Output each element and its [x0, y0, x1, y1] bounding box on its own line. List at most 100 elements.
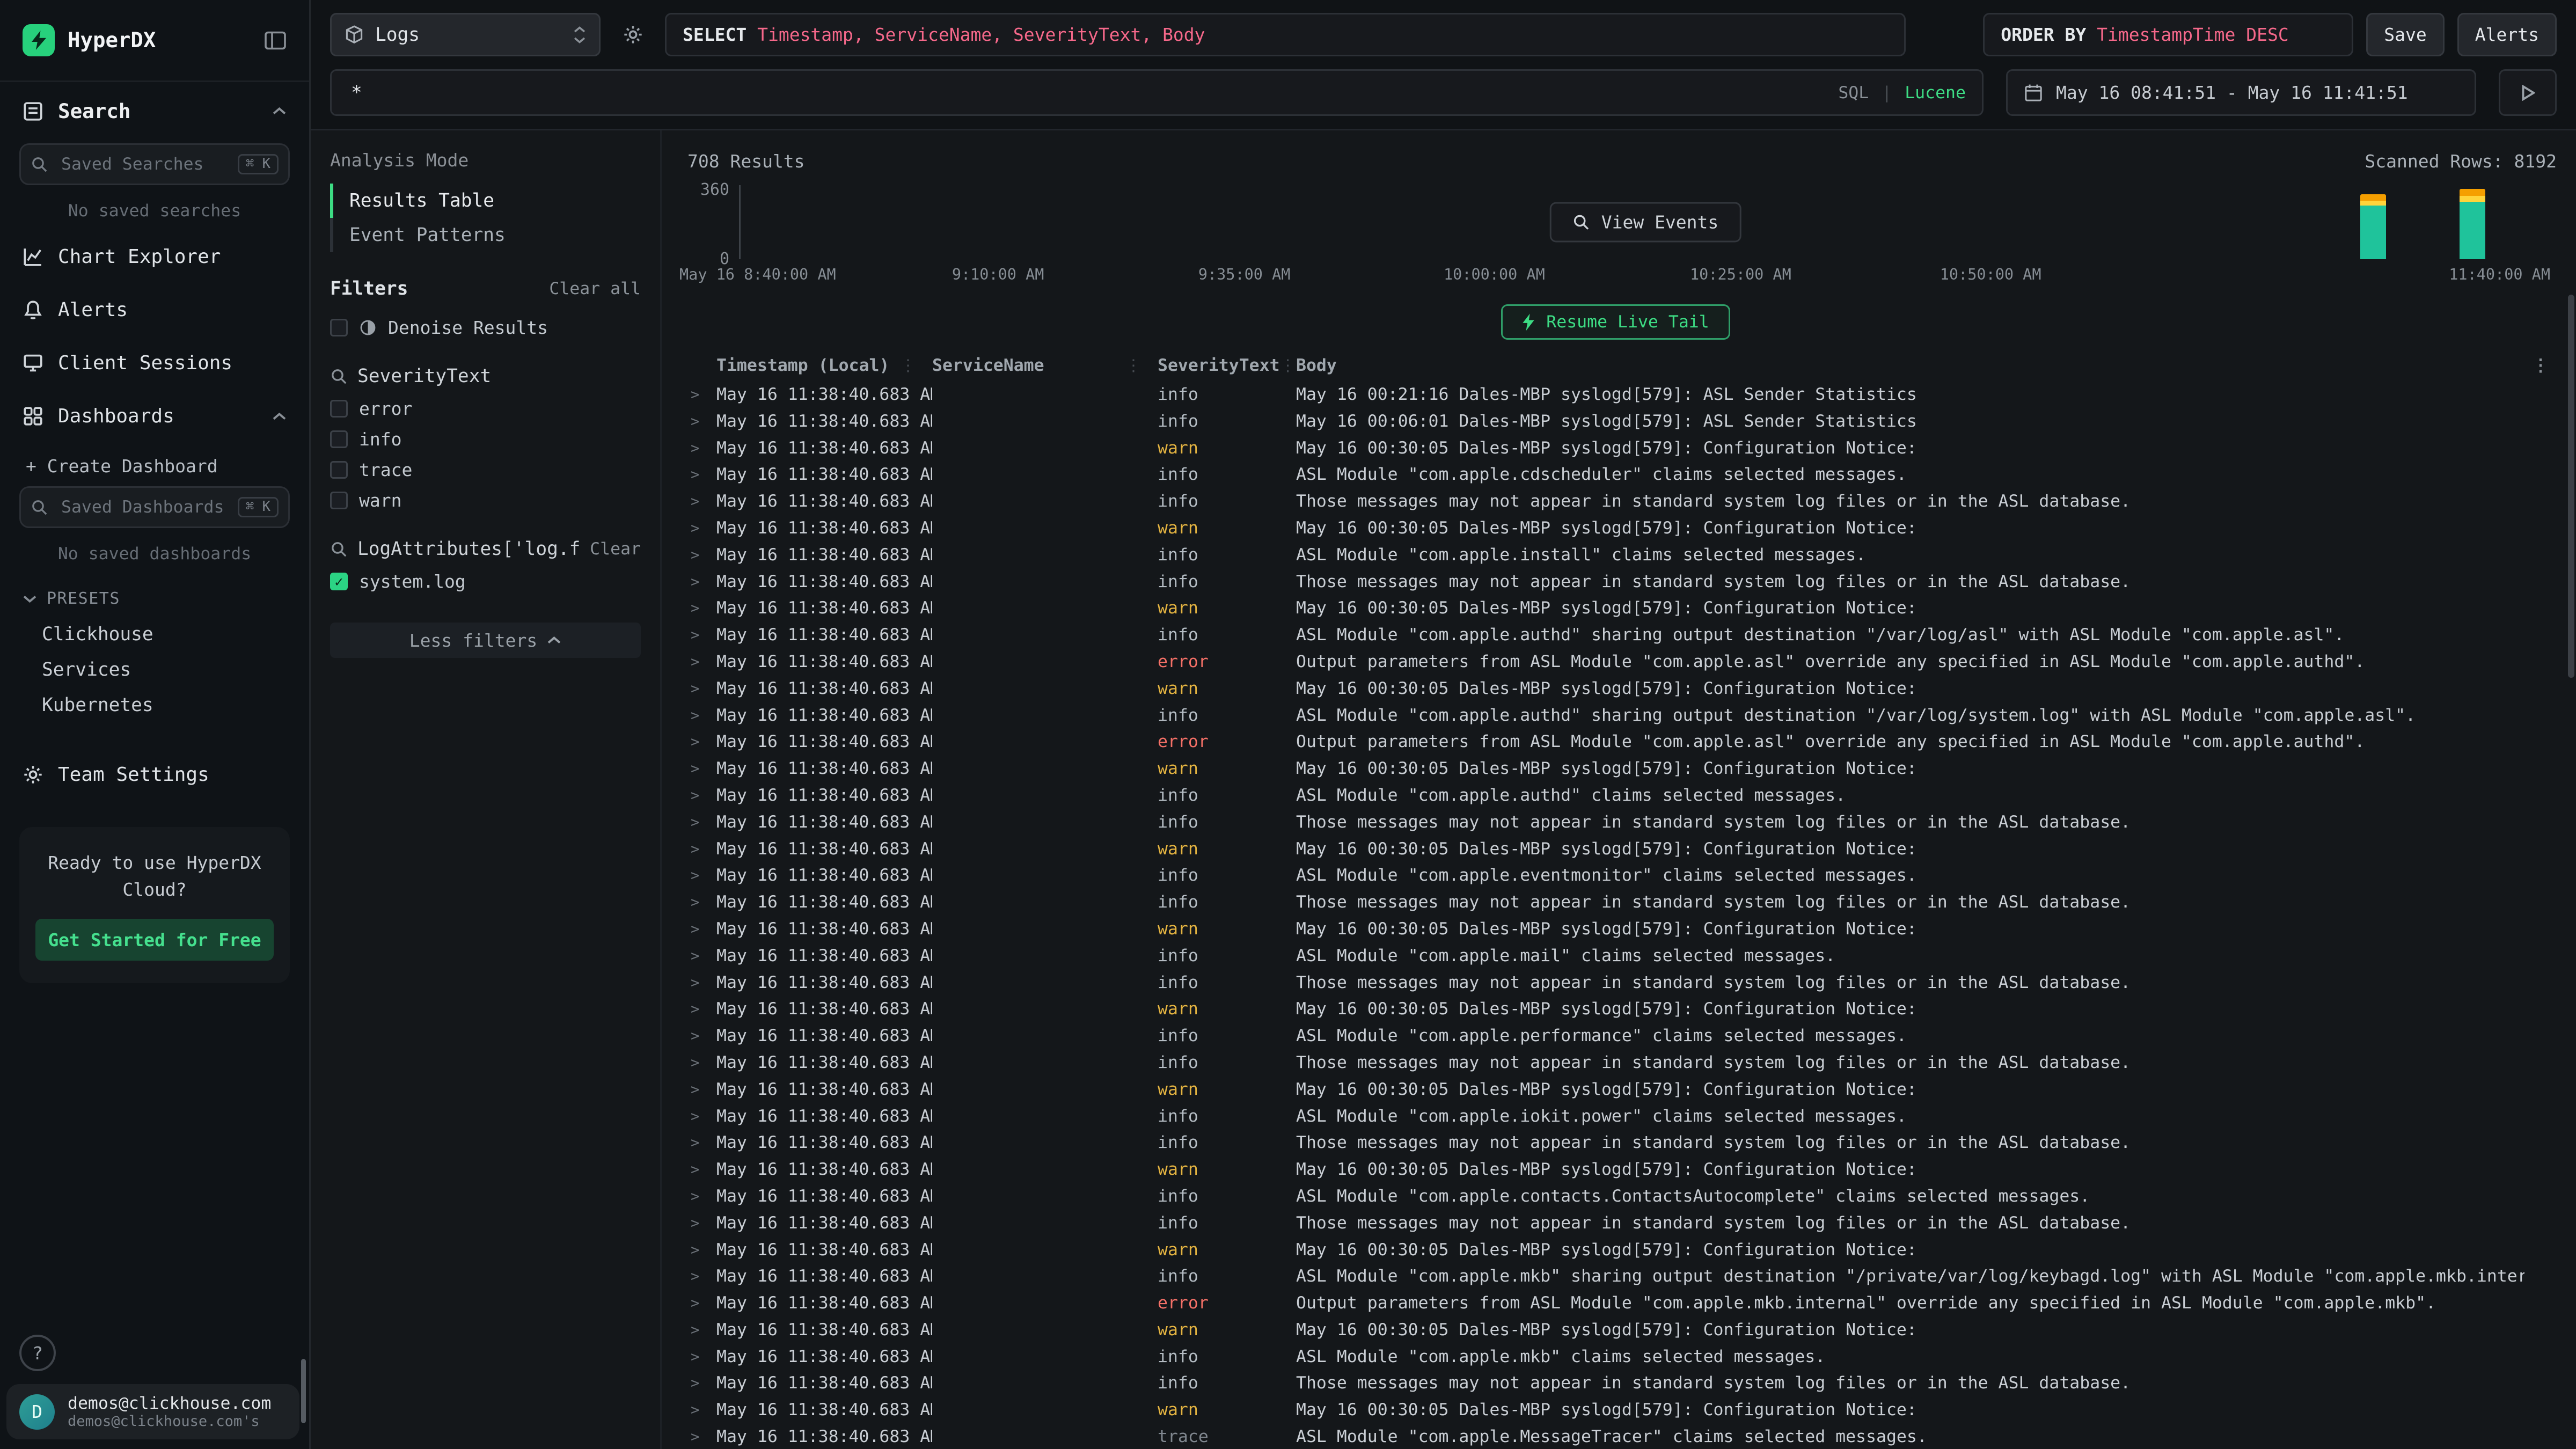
log-row[interactable]: > May 16 11:38:40.683 AM warn May 16 00:…	[675, 515, 2557, 542]
row-expand-icon[interactable]: >	[687, 569, 716, 596]
log-row[interactable]: > May 16 11:38:40.683 AM info Those mess…	[675, 809, 2557, 836]
row-expand-icon[interactable]: >	[687, 622, 716, 649]
row-expand-icon[interactable]: >	[687, 488, 716, 515]
log-row[interactable]: > May 16 11:38:40.683 AM warn May 16 00:…	[675, 756, 2557, 782]
log-row[interactable]: > May 16 11:38:40.683 AM warn May 16 00:…	[675, 836, 2557, 863]
create-dashboard-button[interactable]: + Create Dashboard	[0, 443, 309, 483]
row-expand-icon[interactable]: >	[687, 408, 716, 435]
log-row[interactable]: > May 16 11:38:40.683 AM warn May 16 00:…	[675, 595, 2557, 622]
log-row[interactable]: > May 16 11:38:40.683 AM warn May 16 00:…	[675, 1397, 2557, 1424]
sidebar-item-dashboards[interactable]: Dashboards	[0, 390, 309, 443]
help-button[interactable]: ?	[19, 1335, 56, 1371]
row-expand-icon[interactable]: >	[687, 1103, 716, 1130]
date-range-picker[interactable]: May 16 08:41:51 - May 16 11:41:51	[2006, 69, 2476, 116]
get-started-button[interactable]: Get Started for Free	[35, 919, 274, 961]
sidebar-item-search[interactable]: Search	[0, 82, 309, 140]
row-expand-icon[interactable]: >	[687, 1424, 716, 1449]
resume-live-tail-button[interactable]: Resume Live Tail	[1501, 304, 1730, 340]
log-row[interactable]: > May 16 11:38:40.683 AM info Those mess…	[675, 1130, 2557, 1157]
row-expand-icon[interactable]: >	[687, 729, 716, 756]
live-tail-button[interactable]	[2499, 69, 2557, 116]
checkbox[interactable]	[330, 400, 348, 418]
log-row[interactable]: > May 16 11:38:40.683 AM warn May 16 00:…	[675, 996, 2557, 1023]
sidebar-item-client-sessions[interactable]: Client Sessions	[0, 336, 309, 390]
row-expand-icon[interactable]: >	[687, 649, 716, 676]
histogram-bar[interactable]	[2360, 194, 2386, 259]
lucene-mode-toggle[interactable]: Lucene	[1905, 83, 1966, 103]
less-filters-button[interactable]: Less filters	[330, 623, 641, 658]
row-expand-icon[interactable]: >	[687, 1370, 716, 1397]
row-expand-icon[interactable]: >	[687, 1077, 716, 1103]
row-expand-icon[interactable]: >	[687, 1157, 716, 1183]
row-expand-icon[interactable]: >	[687, 702, 716, 729]
sidebar-scrollbar[interactable]	[301, 1359, 306, 1423]
row-expand-icon[interactable]: >	[687, 435, 716, 462]
severity-option-trace[interactable]: trace	[330, 455, 641, 485]
severity-option-info[interactable]: info	[330, 424, 641, 455]
row-expand-icon[interactable]: >	[687, 943, 716, 970]
col-severitytext[interactable]: SeverityText⋮	[1158, 356, 1296, 375]
logattr-option-system-log[interactable]: system.log	[330, 566, 641, 597]
log-row[interactable]: > May 16 11:38:40.683 AM info ASL Module…	[675, 943, 2557, 970]
facet-clear-button[interactable]: Clear	[590, 539, 641, 559]
sidebar-item-preset-services[interactable]: Services	[0, 655, 309, 685]
row-expand-icon[interactable]: >	[687, 1290, 716, 1317]
presets-toggle[interactable]: PRESETS	[0, 573, 309, 614]
row-expand-icon[interactable]: >	[687, 382, 716, 408]
user-menu[interactable]: D demos@clickhouse.com demos@clickhouse.…	[6, 1384, 299, 1439]
log-row[interactable]: > May 16 11:38:40.683 AM info Those mess…	[675, 889, 2557, 916]
row-expand-icon[interactable]: >	[687, 1210, 716, 1237]
row-expand-icon[interactable]: >	[687, 1237, 716, 1264]
log-row[interactable]: > May 16 11:38:40.683 AM info ASL Module…	[675, 782, 2557, 809]
log-row[interactable]: > May 16 11:38:40.683 AM error Output pa…	[675, 1290, 2557, 1317]
view-events-button[interactable]: View Events	[1550, 202, 1741, 243]
column-drag-handle[interactable]: ⋮	[1280, 356, 1296, 375]
query-field[interactable]	[348, 80, 1825, 105]
row-expand-icon[interactable]: >	[687, 1023, 716, 1050]
log-row[interactable]: > May 16 11:38:40.683 AM info ASL Module…	[675, 1103, 2557, 1130]
row-expand-icon[interactable]: >	[687, 1317, 716, 1344]
log-row[interactable]: > May 16 11:38:40.683 AM info ASL Module…	[675, 1183, 2557, 1210]
sql-mode-toggle[interactable]: SQL	[1838, 83, 1869, 103]
checkbox[interactable]	[330, 573, 348, 590]
column-drag-handle[interactable]: ⋮	[1125, 356, 1141, 375]
log-row[interactable]: > May 16 11:38:40.683 AM error Output pa…	[675, 729, 2557, 756]
checkbox[interactable]	[330, 430, 348, 448]
saved-dashboards-input[interactable]: ⌘ K	[19, 486, 290, 528]
sidebar-item-preset-kubernetes[interactable]: Kubernetes	[0, 690, 309, 721]
orderby-input[interactable]: ORDER BY TimestampTime DESC	[1983, 13, 2353, 56]
query-bar[interactable]: SQL | Lucene	[330, 69, 1984, 116]
col-timestamp[interactable]: Timestamp (Local)⋮	[716, 356, 932, 375]
log-row[interactable]: > May 16 11:38:40.683 AM warn May 16 00:…	[675, 916, 2557, 943]
results-scrollbar[interactable]	[2568, 295, 2574, 678]
collapse-sidebar-icon[interactable]	[264, 30, 287, 51]
save-button[interactable]: Save	[2366, 13, 2444, 56]
row-expand-icon[interactable]: >	[687, 862, 716, 889]
severity-option-warn[interactable]: warn	[330, 485, 641, 516]
row-expand-icon[interactable]: >	[687, 515, 716, 542]
log-row[interactable]: > May 16 11:38:40.683 AM warn May 16 00:…	[675, 1237, 2557, 1264]
log-row[interactable]: > May 16 11:38:40.683 AM warn May 16 00:…	[675, 1077, 2557, 1103]
saved-searches-field[interactable]	[58, 153, 228, 175]
sidebar-item-preset-clickhouse[interactable]: Clickhouse	[0, 619, 309, 650]
log-row[interactable]: > May 16 11:38:40.683 AM info ASL Module…	[675, 862, 2557, 889]
source-select[interactable]: Logs	[330, 13, 601, 56]
denoise-checkbox[interactable]: Denoise Results	[330, 312, 641, 343]
column-drag-handle[interactable]: ⋮	[900, 356, 916, 375]
log-row[interactable]: > May 16 11:38:40.683 AM info ASL Module…	[675, 1023, 2557, 1050]
clear-all-button[interactable]: Clear all	[549, 279, 641, 298]
log-row[interactable]: > May 16 11:38:40.683 AM info Those mess…	[675, 1210, 2557, 1237]
row-expand-icon[interactable]: >	[687, 595, 716, 622]
row-expand-icon[interactable]: >	[687, 1130, 716, 1157]
log-row[interactable]: > May 16 11:38:40.683 AM info Those mess…	[675, 970, 2557, 997]
checkbox[interactable]	[330, 461, 348, 479]
histogram-bar[interactable]	[2460, 189, 2485, 259]
row-expand-icon[interactable]: >	[687, 970, 716, 997]
table-options-icon[interactable]: ⋮	[2524, 356, 2557, 375]
log-row[interactable]: > May 16 11:38:40.683 AM info May 16 00:…	[675, 408, 2557, 435]
mode-results-table[interactable]: Results Table	[330, 184, 641, 218]
log-row[interactable]: > May 16 11:38:40.683 AM info ASL Module…	[675, 542, 2557, 569]
row-expand-icon[interactable]: >	[687, 1050, 716, 1077]
log-row[interactable]: > May 16 11:38:40.683 AM info ASL Module…	[675, 702, 2557, 729]
sidebar-item-chart-explorer[interactable]: Chart Explorer	[0, 230, 309, 283]
